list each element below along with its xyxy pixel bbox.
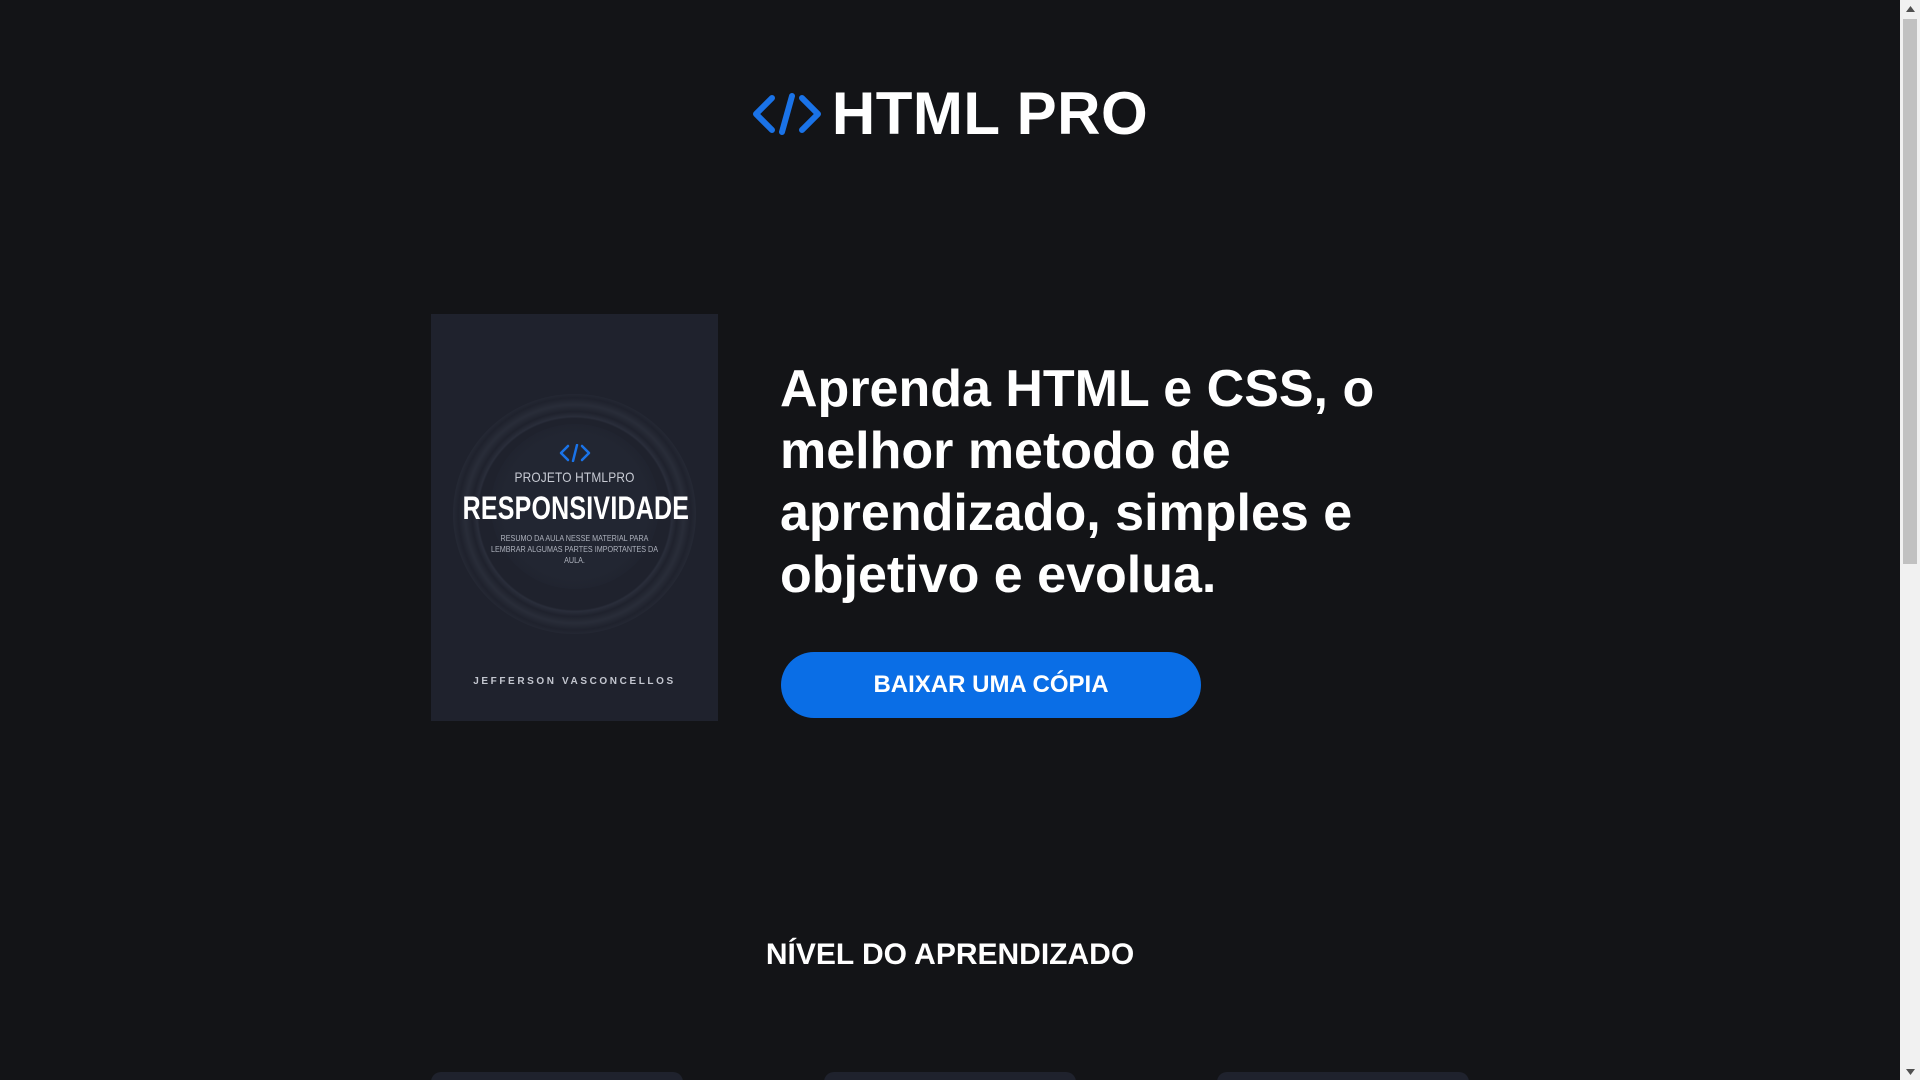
level-card[interactable] bbox=[1217, 1072, 1469, 1080]
cover-title: RESPONSIVIDADE bbox=[462, 490, 690, 526]
code-brackets-icon bbox=[559, 444, 591, 462]
scrollbar-thumb[interactable] bbox=[1903, 19, 1917, 564]
landing-page: HTML PRO PROJETO HTMLPRO RESPONSIVIDADE … bbox=[0, 0, 1900, 1080]
level-cards bbox=[0, 1072, 1900, 1080]
level-card[interactable] bbox=[431, 1072, 683, 1080]
cover-content: PROJETO HTMLPRO RESPONSIVIDADE RESUMO DA… bbox=[431, 314, 718, 721]
scroll-down-arrow-icon[interactable] bbox=[1900, 1063, 1920, 1080]
download-copy-button[interactable]: BAIXAR UMA CÓPIA bbox=[781, 652, 1201, 718]
logo-text: HTML PRO bbox=[831, 80, 1149, 147]
level-card[interactable] bbox=[824, 1072, 1076, 1080]
cover-author: JEFFERSON VASCONCELLOS bbox=[473, 676, 676, 687]
hero-heading: Aprenda HTML e CSS, o melhor metodo de a… bbox=[780, 360, 1375, 604]
cover-series: PROJETO HTMLPRO bbox=[514, 469, 635, 485]
cover-description: RESUMO DA AULA NESSE MATERIAL PARA LEMBR… bbox=[490, 534, 659, 565]
learning-level-title: NÍVEL DO APRENDIZADO bbox=[765, 938, 1135, 971]
code-brackets-icon bbox=[752, 93, 821, 135]
site-logo[interactable]: HTML PRO bbox=[0, 84, 1900, 144]
vertical-scrollbar[interactable] bbox=[1900, 0, 1920, 1080]
scroll-up-arrow-icon[interactable] bbox=[1900, 0, 1920, 17]
ebook-cover: PROJETO HTMLPRO RESPONSIVIDADE RESUMO DA… bbox=[431, 314, 718, 721]
